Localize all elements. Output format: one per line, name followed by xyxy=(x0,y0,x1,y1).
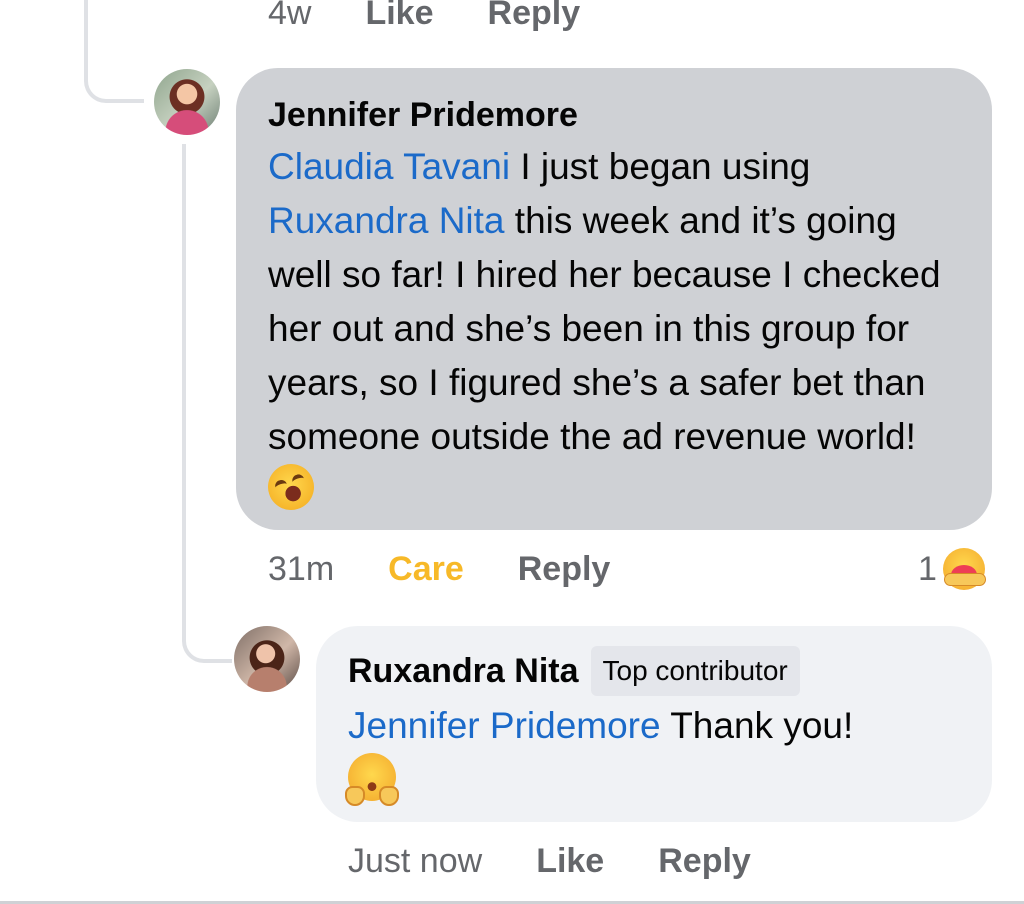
timestamp[interactable]: Just now xyxy=(348,842,482,881)
avatar[interactable] xyxy=(154,69,220,135)
reply-button[interactable]: Reply xyxy=(658,842,751,881)
reply-author[interactable]: Ruxandra Nita xyxy=(348,649,579,693)
comment-actions: 31m Care Reply xyxy=(268,550,610,589)
like-button[interactable]: Like xyxy=(365,0,433,33)
reply-author-row: Ruxandra Nita Top contributor xyxy=(348,646,960,696)
comment-bubble: Jennifer Pridemore Claudia Tavani I just… xyxy=(236,68,992,530)
reply-button[interactable]: Reply xyxy=(518,550,611,589)
care-reaction-button[interactable]: Care xyxy=(388,550,464,589)
reply-button[interactable]: Reply xyxy=(488,0,581,33)
reply-thread-connector-line xyxy=(182,144,232,663)
reply-actions: Just now Like Reply xyxy=(348,842,751,881)
comment-text-segment: I just began using xyxy=(510,146,811,187)
timestamp[interactable]: 31m xyxy=(268,550,334,589)
avatar[interactable] xyxy=(234,626,300,692)
timestamp[interactable]: 4w xyxy=(268,0,311,33)
reaction-count: 1 xyxy=(918,549,937,588)
previous-comment-actions: 4w Like Reply xyxy=(268,0,580,33)
thread-connector-line xyxy=(84,0,144,103)
mention-link[interactable]: Jennifer Pridemore xyxy=(348,705,661,746)
like-button[interactable]: Like xyxy=(536,842,604,881)
rolling-on-floor-laughing-icon xyxy=(262,458,320,516)
reply-text-segment: Thank you! xyxy=(660,705,854,746)
top-contributor-badge: Top contributor xyxy=(590,646,800,696)
comment-author[interactable]: Jennifer Pridemore xyxy=(268,93,960,137)
reaction-summary[interactable]: 1 xyxy=(918,548,986,590)
reply-bubble: Ruxandra Nita Top contributor Jennifer P… xyxy=(316,626,992,822)
comment-text: Claudia Tavani I just began using Ruxand… xyxy=(262,140,960,519)
reply-text: Jennifer Pridemore Thank you! xyxy=(345,699,960,810)
care-reaction-icon xyxy=(942,548,986,590)
mention-link[interactable]: Claudia Tavani xyxy=(268,146,510,187)
hugging-face-icon xyxy=(345,753,399,806)
mention-link[interactable]: Ruxandra Nita xyxy=(268,200,505,241)
